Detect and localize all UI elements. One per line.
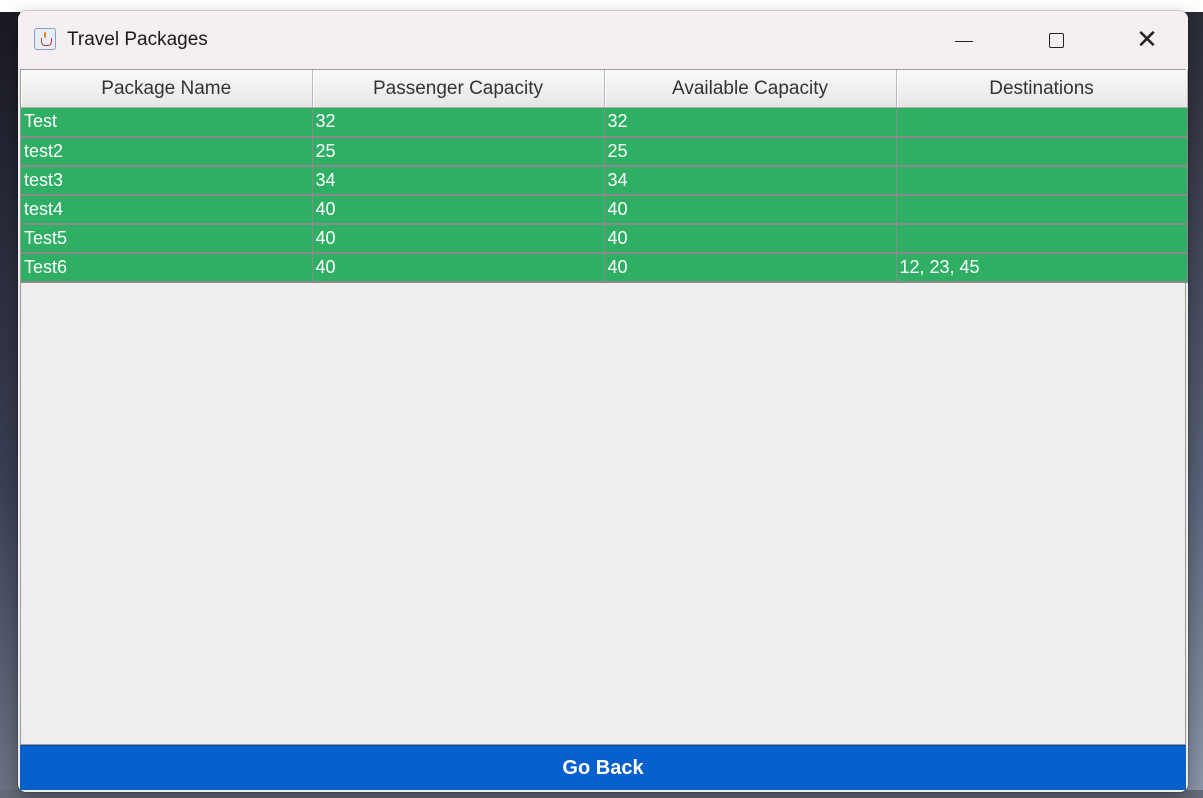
cell-available-capacity[interactable]: 25 bbox=[604, 136, 897, 167]
column-header-package-name[interactable]: Package Name bbox=[21, 70, 313, 108]
column-header-available-capacity[interactable]: Available Capacity bbox=[604, 70, 897, 108]
cell-destinations[interactable] bbox=[896, 223, 1188, 254]
table-row[interactable]: test4 40 40 bbox=[21, 194, 1188, 225]
packages-table-area[interactable]: Package Name Passenger Capacity Availabl… bbox=[20, 69, 1188, 745]
java-cup-icon[interactable] bbox=[34, 28, 56, 50]
go-back-button[interactable]: Go Back bbox=[20, 745, 1186, 790]
column-header-destinations[interactable]: Destinations bbox=[896, 70, 1188, 108]
column-header-passenger-capacity[interactable]: Passenger Capacity bbox=[312, 70, 605, 108]
cell-available-capacity[interactable]: 40 bbox=[604, 194, 897, 225]
cell-package-name[interactable]: Test5 bbox=[21, 223, 313, 254]
table-header-row: Package Name Passenger Capacity Availabl… bbox=[21, 70, 1188, 108]
close-icon: ✕ bbox=[1136, 25, 1158, 55]
maximize-button[interactable] bbox=[1028, 11, 1084, 69]
cell-package-name[interactable]: Test bbox=[21, 107, 313, 138]
cell-available-capacity[interactable]: 34 bbox=[604, 165, 897, 196]
cell-available-capacity[interactable]: 40 bbox=[604, 252, 897, 283]
packages-table: Package Name Passenger Capacity Availabl… bbox=[21, 70, 1188, 283]
title-bar[interactable]: Travel Packages ✕ bbox=[18, 11, 1188, 69]
table-row[interactable]: Test 32 32 bbox=[21, 107, 1188, 138]
window-title: Travel Packages bbox=[67, 29, 208, 50]
cell-destinations[interactable] bbox=[896, 136, 1188, 167]
cell-available-capacity[interactable]: 32 bbox=[604, 107, 897, 138]
cell-package-name[interactable]: test2 bbox=[21, 136, 313, 167]
desktop-background-left bbox=[0, 12, 20, 798]
cell-destinations[interactable] bbox=[896, 194, 1188, 225]
table-row[interactable]: test3 34 34 bbox=[21, 165, 1188, 196]
cell-available-capacity[interactable]: 40 bbox=[604, 223, 897, 254]
minimize-button[interactable] bbox=[936, 11, 992, 69]
minimize-icon bbox=[955, 40, 973, 42]
cell-passenger-capacity[interactable]: 40 bbox=[312, 194, 605, 225]
cell-passenger-capacity[interactable]: 40 bbox=[312, 223, 605, 254]
maximize-icon bbox=[1048, 32, 1064, 48]
cell-package-name[interactable]: test3 bbox=[21, 165, 313, 196]
cell-package-name[interactable]: test4 bbox=[21, 194, 313, 225]
table-row[interactable]: Test6 40 40 12, 23, 45 bbox=[21, 252, 1188, 283]
travel-packages-window: Travel Packages ✕ Package Name Passenger… bbox=[18, 11, 1188, 792]
close-button[interactable]: ✕ bbox=[1119, 11, 1175, 69]
cell-destinations[interactable]: 12, 23, 45 bbox=[896, 252, 1188, 283]
cell-passenger-capacity[interactable]: 25 bbox=[312, 136, 605, 167]
cell-destinations[interactable] bbox=[896, 107, 1188, 138]
cell-passenger-capacity[interactable]: 40 bbox=[312, 252, 605, 283]
table-row[interactable]: Test5 40 40 bbox=[21, 223, 1188, 254]
cell-destinations[interactable] bbox=[896, 165, 1188, 196]
cell-package-name[interactable]: Test6 bbox=[21, 252, 313, 283]
cell-passenger-capacity[interactable]: 34 bbox=[312, 165, 605, 196]
table-row[interactable]: test2 25 25 bbox=[21, 136, 1188, 167]
cell-passenger-capacity[interactable]: 32 bbox=[312, 107, 605, 138]
